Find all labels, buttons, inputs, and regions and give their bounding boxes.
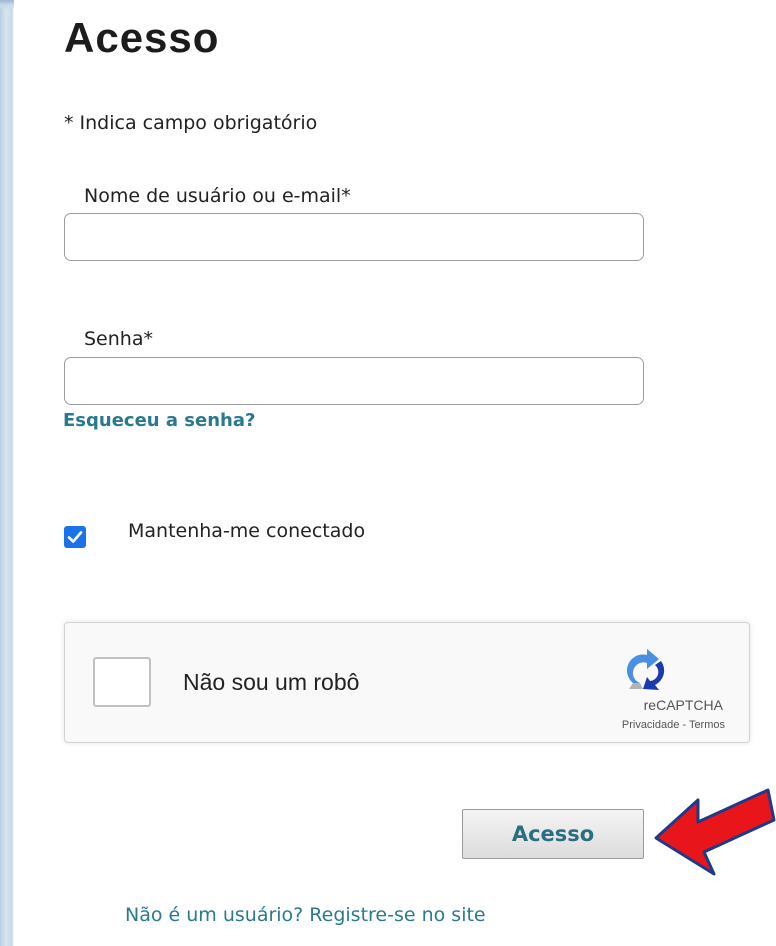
username-input[interactable] bbox=[64, 213, 644, 261]
forgot-password-link[interactable]: Esqueceu a senha? bbox=[63, 410, 255, 431]
recaptcha-widget: Não sou um robô reCAPTCHA Privacidade - … bbox=[64, 622, 750, 743]
keep-connected-checkbox[interactable] bbox=[64, 526, 86, 548]
password-input[interactable] bbox=[64, 357, 644, 405]
recaptcha-link-separator: - bbox=[679, 719, 689, 731]
recaptcha-logo-icon bbox=[626, 649, 665, 690]
red-arrow-icon bbox=[654, 788, 776, 876]
recaptcha-label: Não sou um robô bbox=[183, 669, 360, 695]
recaptcha-checkbox[interactable] bbox=[93, 657, 151, 707]
recaptcha-links: Privacidade - Termos bbox=[622, 719, 725, 731]
required-field-note: * Indica campo obrigatório bbox=[64, 112, 318, 134]
recaptcha-terms-link[interactable]: Termos bbox=[689, 719, 725, 731]
keep-connected-label: Mantenha-me conectado bbox=[128, 520, 366, 542]
recaptcha-brand: reCAPTCHA bbox=[643, 697, 723, 713]
password-label: Senha* bbox=[84, 328, 153, 350]
page-title: Acesso bbox=[64, 14, 220, 61]
submit-button[interactable]: Acesso bbox=[462, 809, 644, 859]
recaptcha-privacy-link[interactable]: Privacidade bbox=[622, 719, 679, 731]
register-link[interactable]: Não é um usuário? Registre-se no site bbox=[125, 904, 486, 926]
check-icon bbox=[67, 531, 83, 543]
username-label: Nome de usuário ou e-mail* bbox=[84, 185, 351, 207]
